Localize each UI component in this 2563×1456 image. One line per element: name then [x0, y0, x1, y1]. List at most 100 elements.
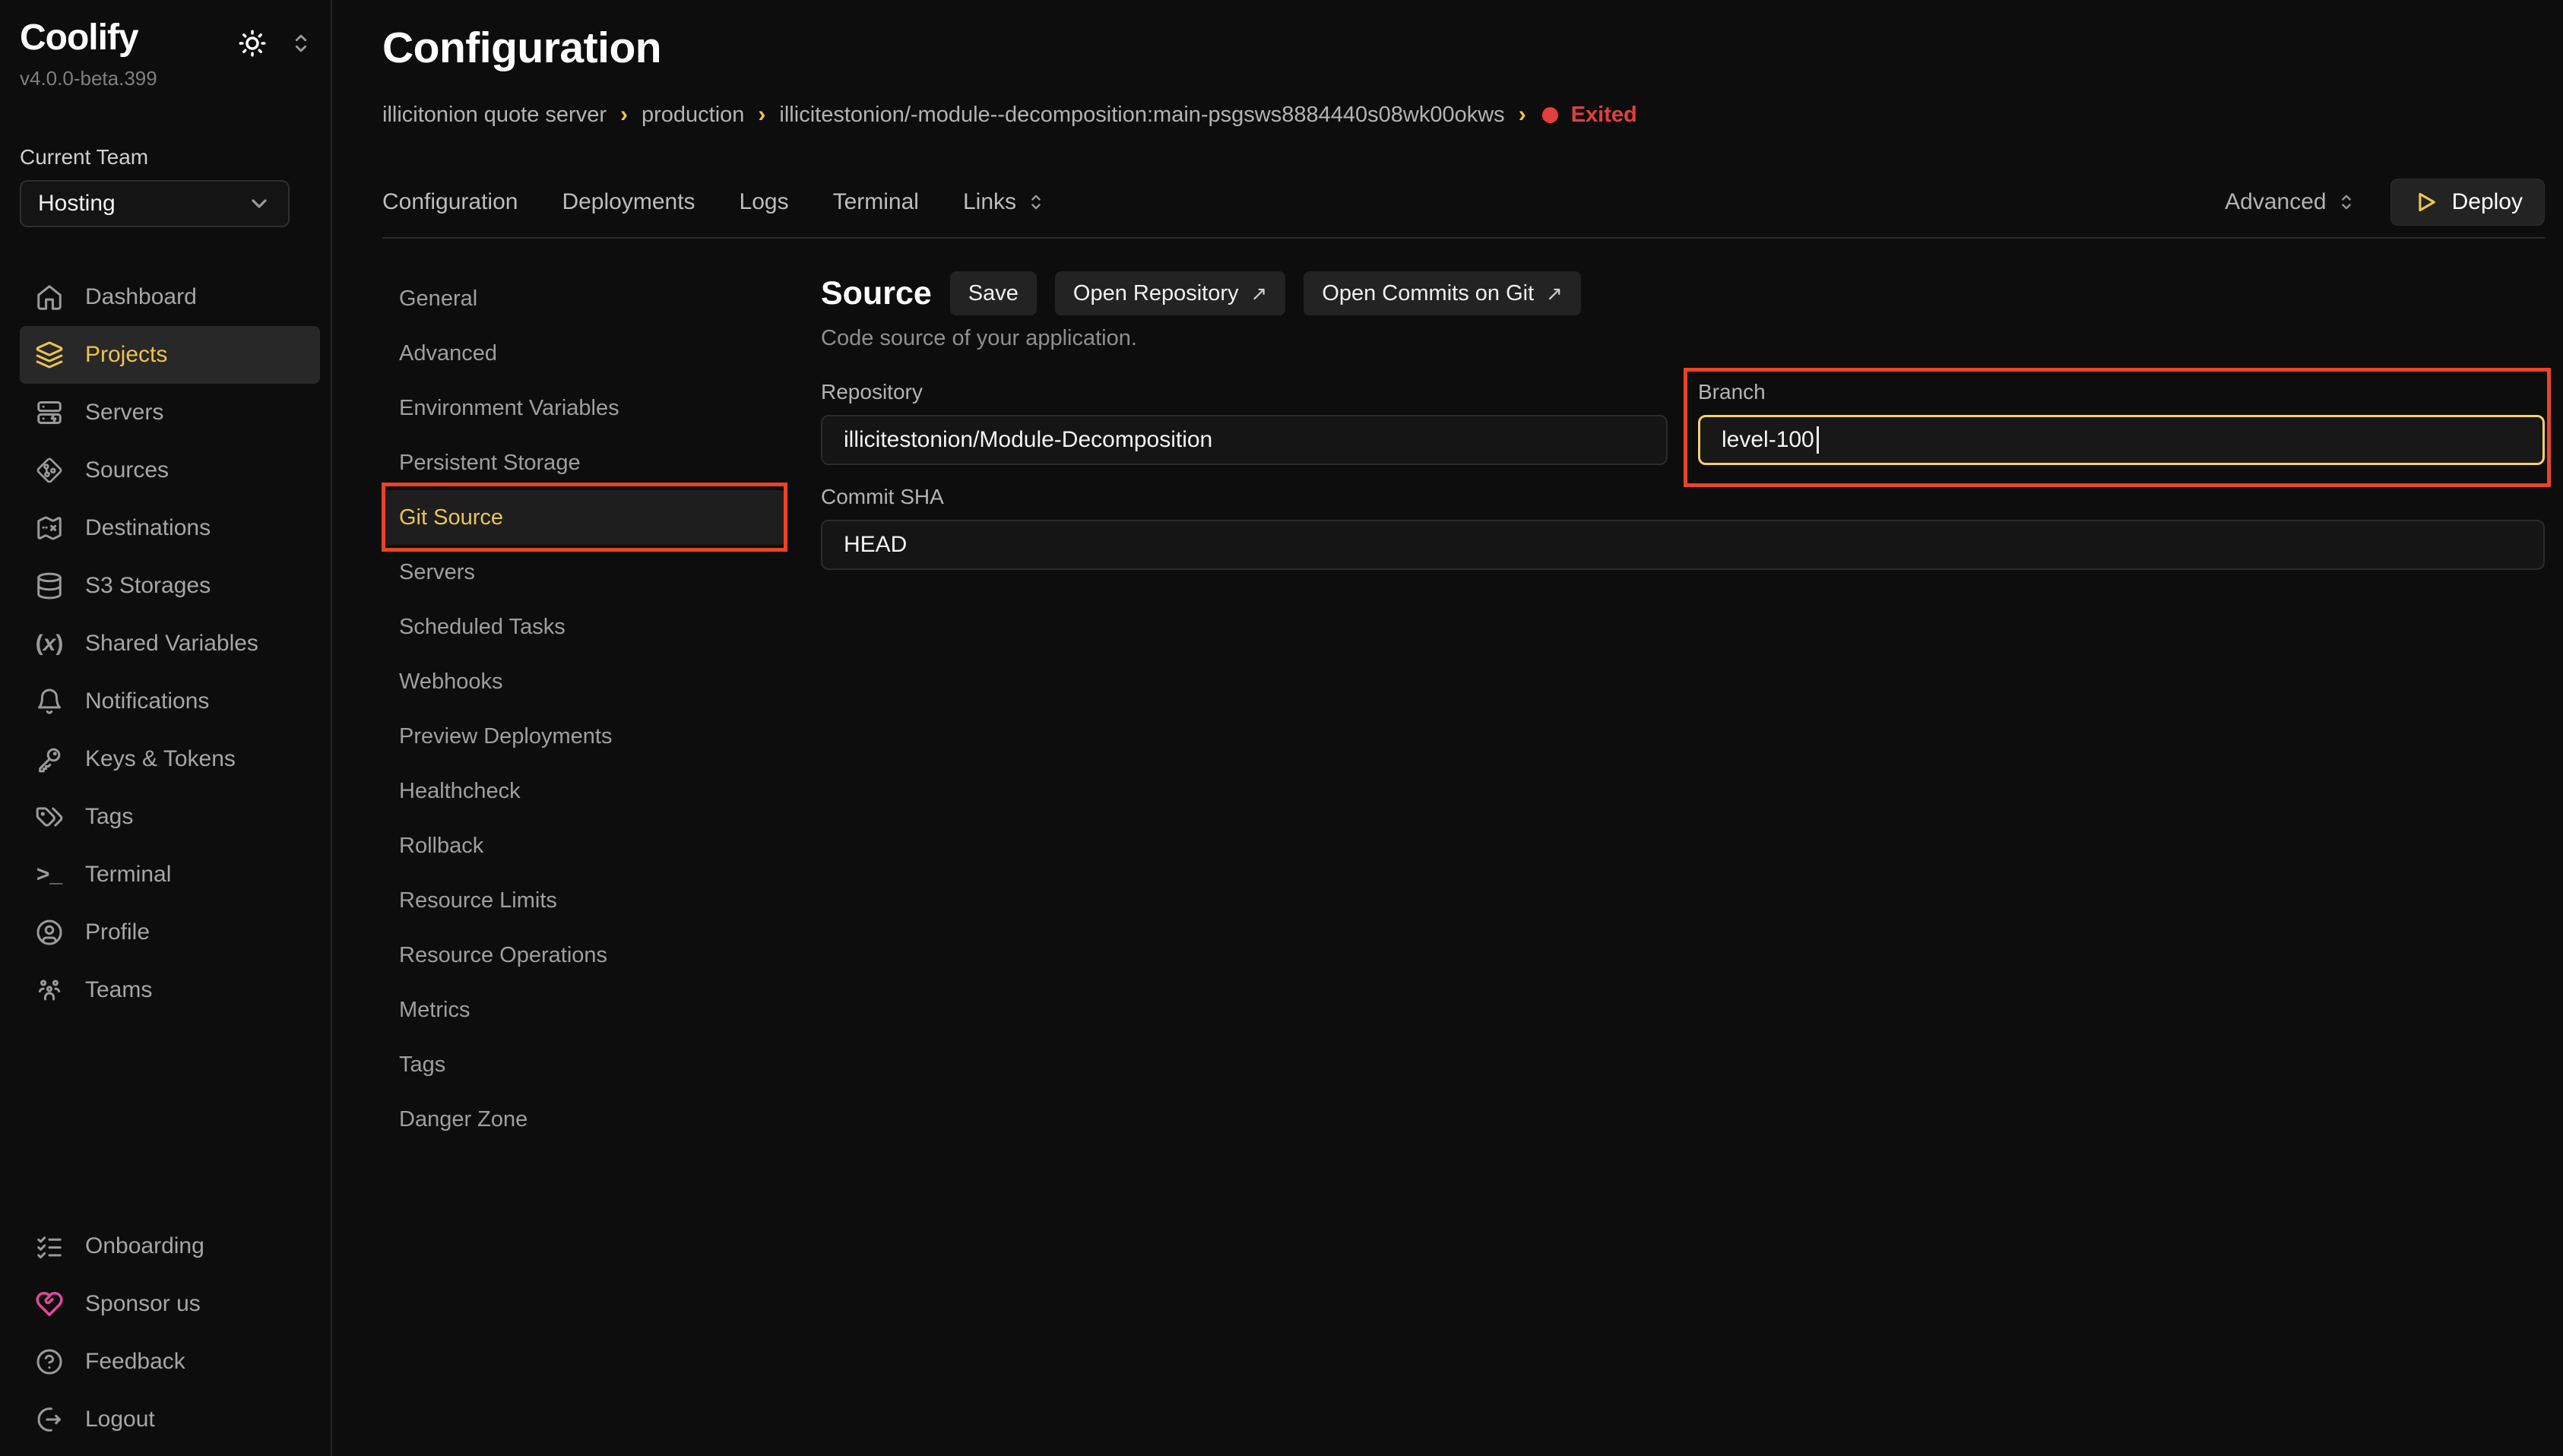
sidebar-item-notifications[interactable]: Notifications — [20, 673, 320, 730]
sidebar-item-keys-tokens[interactable]: Keys & Tokens — [20, 730, 320, 788]
section-subtitle: Code source of your application. — [821, 326, 2545, 351]
app-logo: Coolify — [20, 17, 138, 59]
subnav-item-danger-zone[interactable]: Danger Zone — [382, 1092, 785, 1147]
subnav-item-metrics[interactable]: Metrics — [382, 983, 785, 1037]
subnav-item-servers[interactable]: Servers — [382, 545, 785, 600]
page-title: Configuration — [382, 23, 2545, 73]
deploy-button[interactable]: Deploy — [2390, 179, 2545, 226]
sidebar-item-terminal[interactable]: >_ Terminal — [20, 846, 320, 904]
user-circle-icon — [35, 918, 64, 947]
sidebar-item-label: Projects — [85, 342, 167, 368]
sidebar-item-tags[interactable]: Tags — [20, 788, 320, 846]
sidebar-item-s3-storages[interactable]: S3 Storages — [20, 557, 320, 615]
subnav-item-advanced[interactable]: Advanced — [382, 326, 785, 381]
variable-icon: (x) — [35, 629, 64, 658]
sidebar-item-destinations[interactable]: Destinations — [20, 499, 320, 557]
tab-terminal[interactable]: Terminal — [833, 189, 919, 215]
commit-sha-input[interactable]: HEAD — [821, 520, 2545, 570]
tab-configuration[interactable]: Configuration — [382, 189, 518, 215]
advanced-menu[interactable]: Advanced — [2225, 189, 2356, 215]
subnav-item-environment-variables[interactable]: Environment Variables — [382, 381, 785, 435]
app-version: v4.0.0-beta.399 — [20, 67, 331, 90]
subnav-item-scheduled-tasks[interactable]: Scheduled Tasks — [382, 600, 785, 654]
subnav-item-resource-limits[interactable]: Resource Limits — [382, 873, 785, 928]
open-repository-button[interactable]: Open Repository ↗ — [1055, 271, 1285, 315]
layers-icon — [35, 340, 64, 369]
subnav-item-tags[interactable]: Tags — [382, 1037, 785, 1092]
external-link-icon: ↗ — [1251, 282, 1268, 305]
repository-label: Repository — [821, 380, 1668, 404]
sidebar-item-label: Feedback — [85, 1349, 185, 1375]
sidebar: Coolify v4.0.0-beta.399 Current Team Hos… — [0, 0, 332, 1456]
breadcrumb-application[interactable]: illicitestonion/-module--decomposition:m… — [779, 103, 1504, 128]
commit-sha-field-group: Commit SHA HEAD — [821, 485, 2545, 570]
heart-icon — [35, 1290, 64, 1318]
breadcrumb-separator-icon: › — [758, 102, 765, 128]
theme-toggle-sun-icon[interactable] — [236, 27, 268, 59]
branch-input[interactable]: level-100 — [1698, 415, 2545, 465]
tab-links[interactable]: Links — [963, 189, 1047, 215]
sidebar-item-dashboard[interactable]: Dashboard — [20, 268, 320, 326]
sidebar-item-label: Onboarding — [85, 1233, 204, 1259]
sidebar-item-servers[interactable]: Servers — [20, 384, 320, 442]
logout-icon — [35, 1405, 64, 1434]
sidebar-item-teams[interactable]: Teams — [20, 961, 320, 1019]
server-icon — [35, 398, 64, 427]
subnav-item-webhooks[interactable]: Webhooks — [382, 654, 785, 709]
main-content: Configuration illicitonion quote server … — [334, 0, 2563, 1456]
commit-sha-label: Commit SHA — [821, 485, 2545, 509]
subnav-item-preview-deployments[interactable]: Preview Deployments — [382, 709, 785, 764]
git-source-form: Source Save Open Repository ↗ Open Commi… — [821, 271, 2545, 1147]
text-caret — [1817, 426, 1819, 454]
sidebar-item-feedback[interactable]: Feedback — [20, 1333, 309, 1391]
sidebar-item-label: S3 Storages — [85, 573, 211, 599]
sidebar-nav: Dashboard Projects Servers Sources Desti… — [20, 268, 331, 1019]
breadcrumb-project[interactable]: illicitonion quote server — [382, 103, 607, 128]
tab-logs[interactable]: Logs — [740, 189, 789, 215]
subnav-item-git-source[interactable]: Git Source — [382, 490, 785, 545]
external-link-icon: ↗ — [1546, 282, 1563, 305]
repository-input[interactable]: illicitestonion/Module-Decomposition — [821, 415, 1668, 465]
tabbar-divider — [382, 237, 2545, 239]
sidebar-item-profile[interactable]: Profile — [20, 904, 320, 961]
sidebar-item-sources[interactable]: Sources — [20, 442, 320, 499]
chevron-down-icon — [247, 191, 271, 216]
sidebar-item-label: Sources — [85, 457, 169, 483]
breadcrumb-environment[interactable]: production — [642, 103, 744, 128]
terminal-icon: >_ — [35, 860, 64, 889]
home-icon — [35, 283, 64, 312]
sidebar-item-projects[interactable]: Projects — [20, 326, 320, 384]
checklist-icon — [35, 1232, 64, 1261]
status-label: Exited — [1571, 103, 1637, 128]
save-button[interactable]: Save — [950, 271, 1037, 315]
sidebar-collapse-icon[interactable] — [288, 30, 314, 56]
sidebar-item-shared-variables[interactable]: (x) Shared Variables — [20, 615, 320, 673]
team-select[interactable]: Hosting — [20, 180, 290, 227]
tab-deployments[interactable]: Deployments — [562, 189, 695, 215]
sidebar-item-label: Destinations — [85, 515, 211, 541]
sidebar-item-label: Shared Variables — [85, 631, 258, 657]
breadcrumb: illicitonion quote server › production ›… — [382, 102, 2545, 128]
subnav-item-general[interactable]: General — [382, 271, 785, 326]
subnav-item-healthcheck[interactable]: Healthcheck — [382, 764, 785, 818]
key-icon — [35, 745, 64, 774]
subnav-item-resource-operations[interactable]: Resource Operations — [382, 928, 785, 983]
play-icon — [2413, 189, 2438, 215]
config-subnav: General Advanced Environment Variables P… — [382, 271, 785, 1147]
sidebar-item-logout[interactable]: Logout — [20, 1391, 309, 1448]
sidebar-item-label: Keys & Tokens — [85, 746, 236, 772]
sidebar-item-sponsor-us[interactable]: Sponsor us — [20, 1275, 309, 1333]
open-commits-button[interactable]: Open Commits on Git ↗ — [1304, 271, 1581, 315]
help-icon — [35, 1347, 64, 1376]
team-select-value: Hosting — [38, 191, 116, 217]
breadcrumb-separator-icon: › — [620, 102, 628, 128]
tab-bar: Configuration Deployments Logs Terminal … — [382, 178, 2545, 226]
status-dot-icon — [1540, 105, 1560, 125]
sidebar-item-label: Tags — [85, 804, 133, 830]
current-team-label: Current Team — [20, 145, 331, 169]
subnav-item-persistent-storage[interactable]: Persistent Storage — [382, 435, 785, 490]
sidebar-item-label: Notifications — [85, 688, 209, 714]
subnav-item-rollback[interactable]: Rollback — [382, 818, 785, 873]
sidebar-item-onboarding[interactable]: Onboarding — [20, 1217, 309, 1275]
chevron-updown-icon — [1025, 191, 1047, 213]
